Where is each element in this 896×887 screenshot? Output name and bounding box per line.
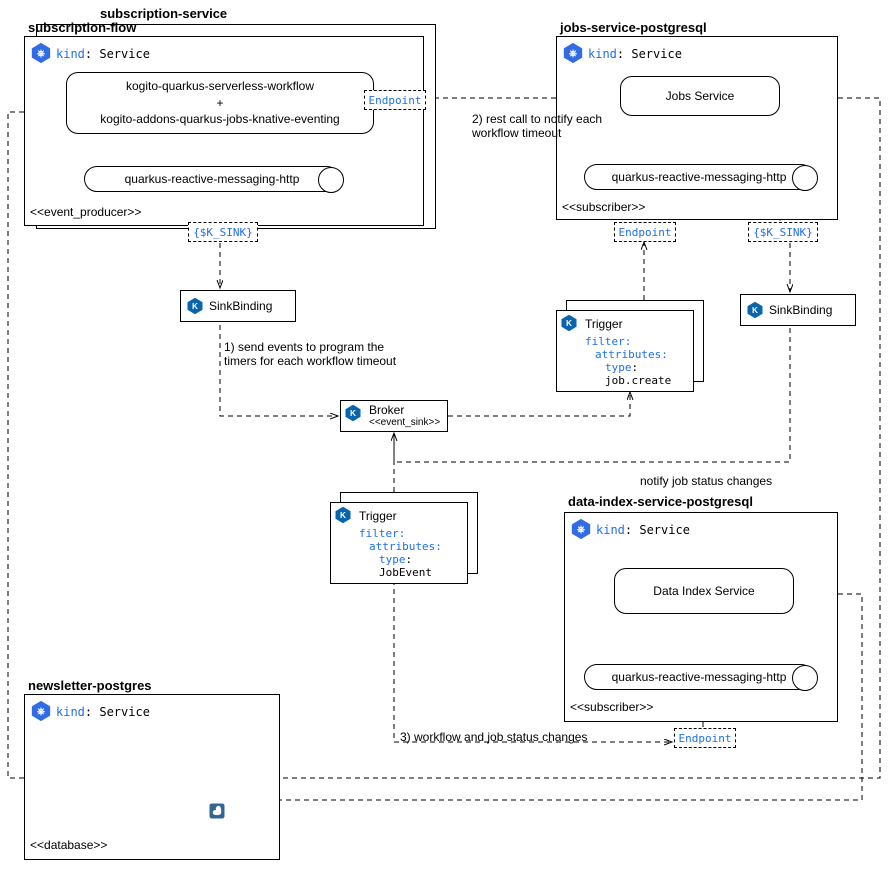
svg-text:K: K [192,302,198,311]
subscription-service-title: subscription-service [100,6,227,21]
subscriber-stereotype: <<subscriber>> [570,700,653,714]
note-send-events: 1) send events to program the timers for… [224,340,424,368]
data-index-svc: Data Index Service [614,568,794,614]
svg-text:⎈: ⎈ [37,49,45,60]
port-icon [792,165,818,191]
port-icon [792,665,818,691]
data-index-endpoint: Endpoint [674,728,736,748]
data-index-title: data-index-service-postgresql [568,494,753,509]
subscription-qrmh: quarkus-reactive-messaging-http [84,166,340,192]
kind-label: kind: Service [56,47,150,61]
svg-text:⎈: ⎈ [577,525,585,536]
knative-icon: K [560,314,578,332]
kind-label: kind: Service [588,47,682,61]
event-producer-stereotype: <<event_producer>> [30,205,141,219]
newsletter-title: newsletter-postgres [28,678,152,693]
jobs-endpoint: Endpoint [614,222,676,242]
knative-icon: K [344,404,362,422]
data-index-box [564,512,838,722]
kind-label: kind: Service [596,523,690,537]
subscription-flow-title: subscription-flow [28,20,136,35]
note-rest-call: 2) rest call to notify each workflow tim… [472,112,642,140]
jobs-service-title: jobs-service-postgresql [560,20,707,35]
workflow-addon-box: kogito-quarkus-serverless-workflow + kog… [66,72,374,134]
k8s-icon: ⎈ [570,518,592,540]
kind-label: kind: Service [56,705,150,719]
svg-text:K: K [350,409,356,418]
knative-icon: K [186,297,204,315]
subscription-ksink: {$K_SINK} [188,222,258,242]
svg-text:K: K [340,511,346,520]
data-index-qrmh: quarkus-reactive-messaging-http [584,664,814,690]
k8s-icon: ⎈ [30,42,52,64]
jobs-qrmh: quarkus-reactive-messaging-http [584,164,814,190]
svg-text:⎈: ⎈ [569,49,577,60]
jobs-ksink: {$K_SINK} [748,222,818,242]
svg-text:⎈: ⎈ [37,707,45,718]
note-notify-status: notify job status changes [640,474,772,488]
subscription-endpoint: Endpoint [364,90,426,110]
knative-icon: K [334,506,352,524]
knative-icon: K [746,301,764,319]
jobs-service-svc: Jobs Service [620,76,780,116]
database-stereotype: <<database>> [30,838,107,852]
k8s-icon: ⎈ [30,700,52,722]
subscriber-stereotype: <<subscriber>> [562,200,645,214]
svg-text:K: K [566,319,572,328]
postgres-icon [208,802,230,824]
svg-text:K: K [752,306,758,315]
k8s-icon: ⎈ [562,42,584,64]
note-workflow-jobstatus: 3) workflow and job status changes [400,730,587,744]
port-icon [318,167,344,193]
